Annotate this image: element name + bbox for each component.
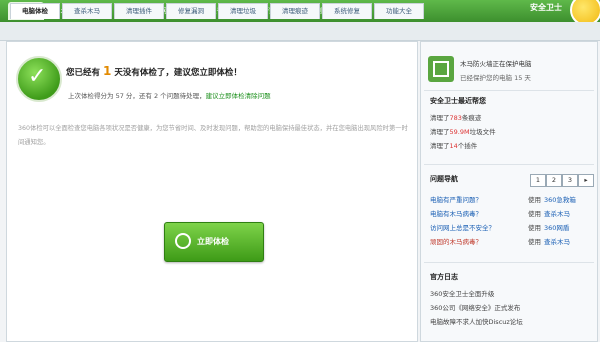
news-item[interactable]: 360公司《网络安全》正式发布	[430, 302, 520, 312]
promo-title[interactable]: 木马防火墙正在保护电脑	[460, 58, 532, 68]
news-item[interactable]: 360安全卫士全面升级	[430, 288, 494, 298]
stat-value: 14	[449, 142, 458, 150]
faq-answer-link[interactable]: 查杀木马	[544, 238, 570, 246]
stat-row: 清理了59.9M垃圾文件	[430, 126, 496, 136]
stat-unit: 个插件	[457, 142, 478, 150]
stat-value: 59.9M	[449, 128, 470, 136]
search-icon	[175, 233, 191, 249]
last-check-text: 上次体检得分为 57 分，还有 2 个问题待处理，	[68, 92, 206, 100]
stat-unit: 垃圾文件	[469, 128, 496, 136]
stat-unit: 条痕迹	[461, 114, 482, 122]
promo-subtitle: 已经保护您的电脑 15 天	[460, 74, 531, 82]
page-button[interactable]: 2	[546, 174, 562, 187]
sub-tab[interactable]: 清理插件	[114, 3, 164, 19]
news-item[interactable]: 电脑故障不求人加快Discuz论坛	[430, 316, 523, 326]
sub-tab[interactable]: 清理垃圾	[218, 3, 268, 19]
last-check-info: 上次体检得分为 57 分，还有 2 个问题待处理，建议立即体检清除问题	[68, 90, 271, 100]
page-button[interactable]: 1	[530, 174, 546, 187]
description-text: 360体检可以全面检查您电脑各项状况是否健康，为您节省时间、及时发现问题，帮助您…	[18, 125, 408, 146]
faq-question[interactable]: 电脑有木马病毒？	[430, 208, 482, 218]
stat-value: 783	[449, 114, 462, 122]
stat-row: 清理了14个插件	[430, 140, 477, 150]
faq-answer-label: 使用	[528, 196, 541, 204]
faq-answer-link[interactable]: 查杀木马	[544, 210, 570, 218]
faq-answer: 使用 查杀木马	[528, 236, 570, 246]
faq-answer: 使用 360网盾	[528, 222, 569, 232]
stats-title: 安全卫士最近帮您	[430, 97, 486, 105]
page-headline: 您已经有 1 天没有体检了，建议您立即体检！	[66, 64, 242, 78]
sub-tab[interactable]: 修复漏洞	[166, 3, 216, 19]
firewall-icon	[428, 56, 454, 82]
sidebar-divider	[424, 164, 594, 165]
faq-answer-link[interactable]: 360急救箱	[544, 196, 576, 204]
scan-button-label: 立即体检	[197, 237, 229, 246]
faq-answer: 使用 查杀木马	[528, 208, 570, 218]
sub-tab[interactable]: 系统修复	[322, 3, 372, 19]
sub-tab[interactable]: 电脑体检	[10, 3, 60, 19]
faq-answer-label: 使用	[528, 238, 541, 246]
faq-question[interactable]: 顽固的木马病毒？	[430, 236, 482, 246]
shield-check-icon: ✓	[16, 56, 62, 102]
last-check-link[interactable]: 建议立即体检清除问题	[206, 92, 271, 100]
sidebar-divider	[424, 262, 594, 263]
sidebar-divider	[424, 90, 594, 91]
faq-answer-label: 使用	[528, 210, 541, 218]
page-button[interactable]: ▸	[578, 174, 594, 187]
app-logo-text: 安全卫士	[530, 3, 562, 12]
days-count: 1	[102, 64, 112, 78]
faq-answer: 使用 360急救箱	[528, 194, 576, 204]
headline-prefix: 您已经有	[66, 68, 101, 78]
sub-tab[interactable]: 查杀木马	[62, 3, 112, 19]
page-button[interactable]: 3	[562, 174, 578, 187]
stat-row: 清理了783条痕迹	[430, 112, 481, 122]
sub-tab-bar	[0, 22, 600, 41]
faq-question[interactable]: 访问网上总是不安全？	[430, 222, 495, 232]
faq-question[interactable]: 电脑有严重问题？	[430, 194, 482, 204]
scan-now-button[interactable]: 立即体检	[164, 222, 264, 262]
sub-tab[interactable]: 功能大全	[374, 3, 424, 19]
faq-title: 问题导航	[430, 175, 458, 183]
faq-answer-link[interactable]: 360网盾	[544, 224, 569, 232]
main-panel	[6, 41, 418, 342]
news-title: 官方日志	[430, 273, 458, 281]
sub-tab[interactable]: 清理痕迹	[270, 3, 320, 19]
stat-label: 清理了	[430, 114, 450, 122]
headline-suffix: 天没有体检了，建议您立即体检！	[114, 68, 242, 78]
stat-label: 清理了	[430, 128, 450, 136]
stat-label: 清理了	[430, 142, 450, 150]
faq-answer-label: 使用	[528, 224, 541, 232]
